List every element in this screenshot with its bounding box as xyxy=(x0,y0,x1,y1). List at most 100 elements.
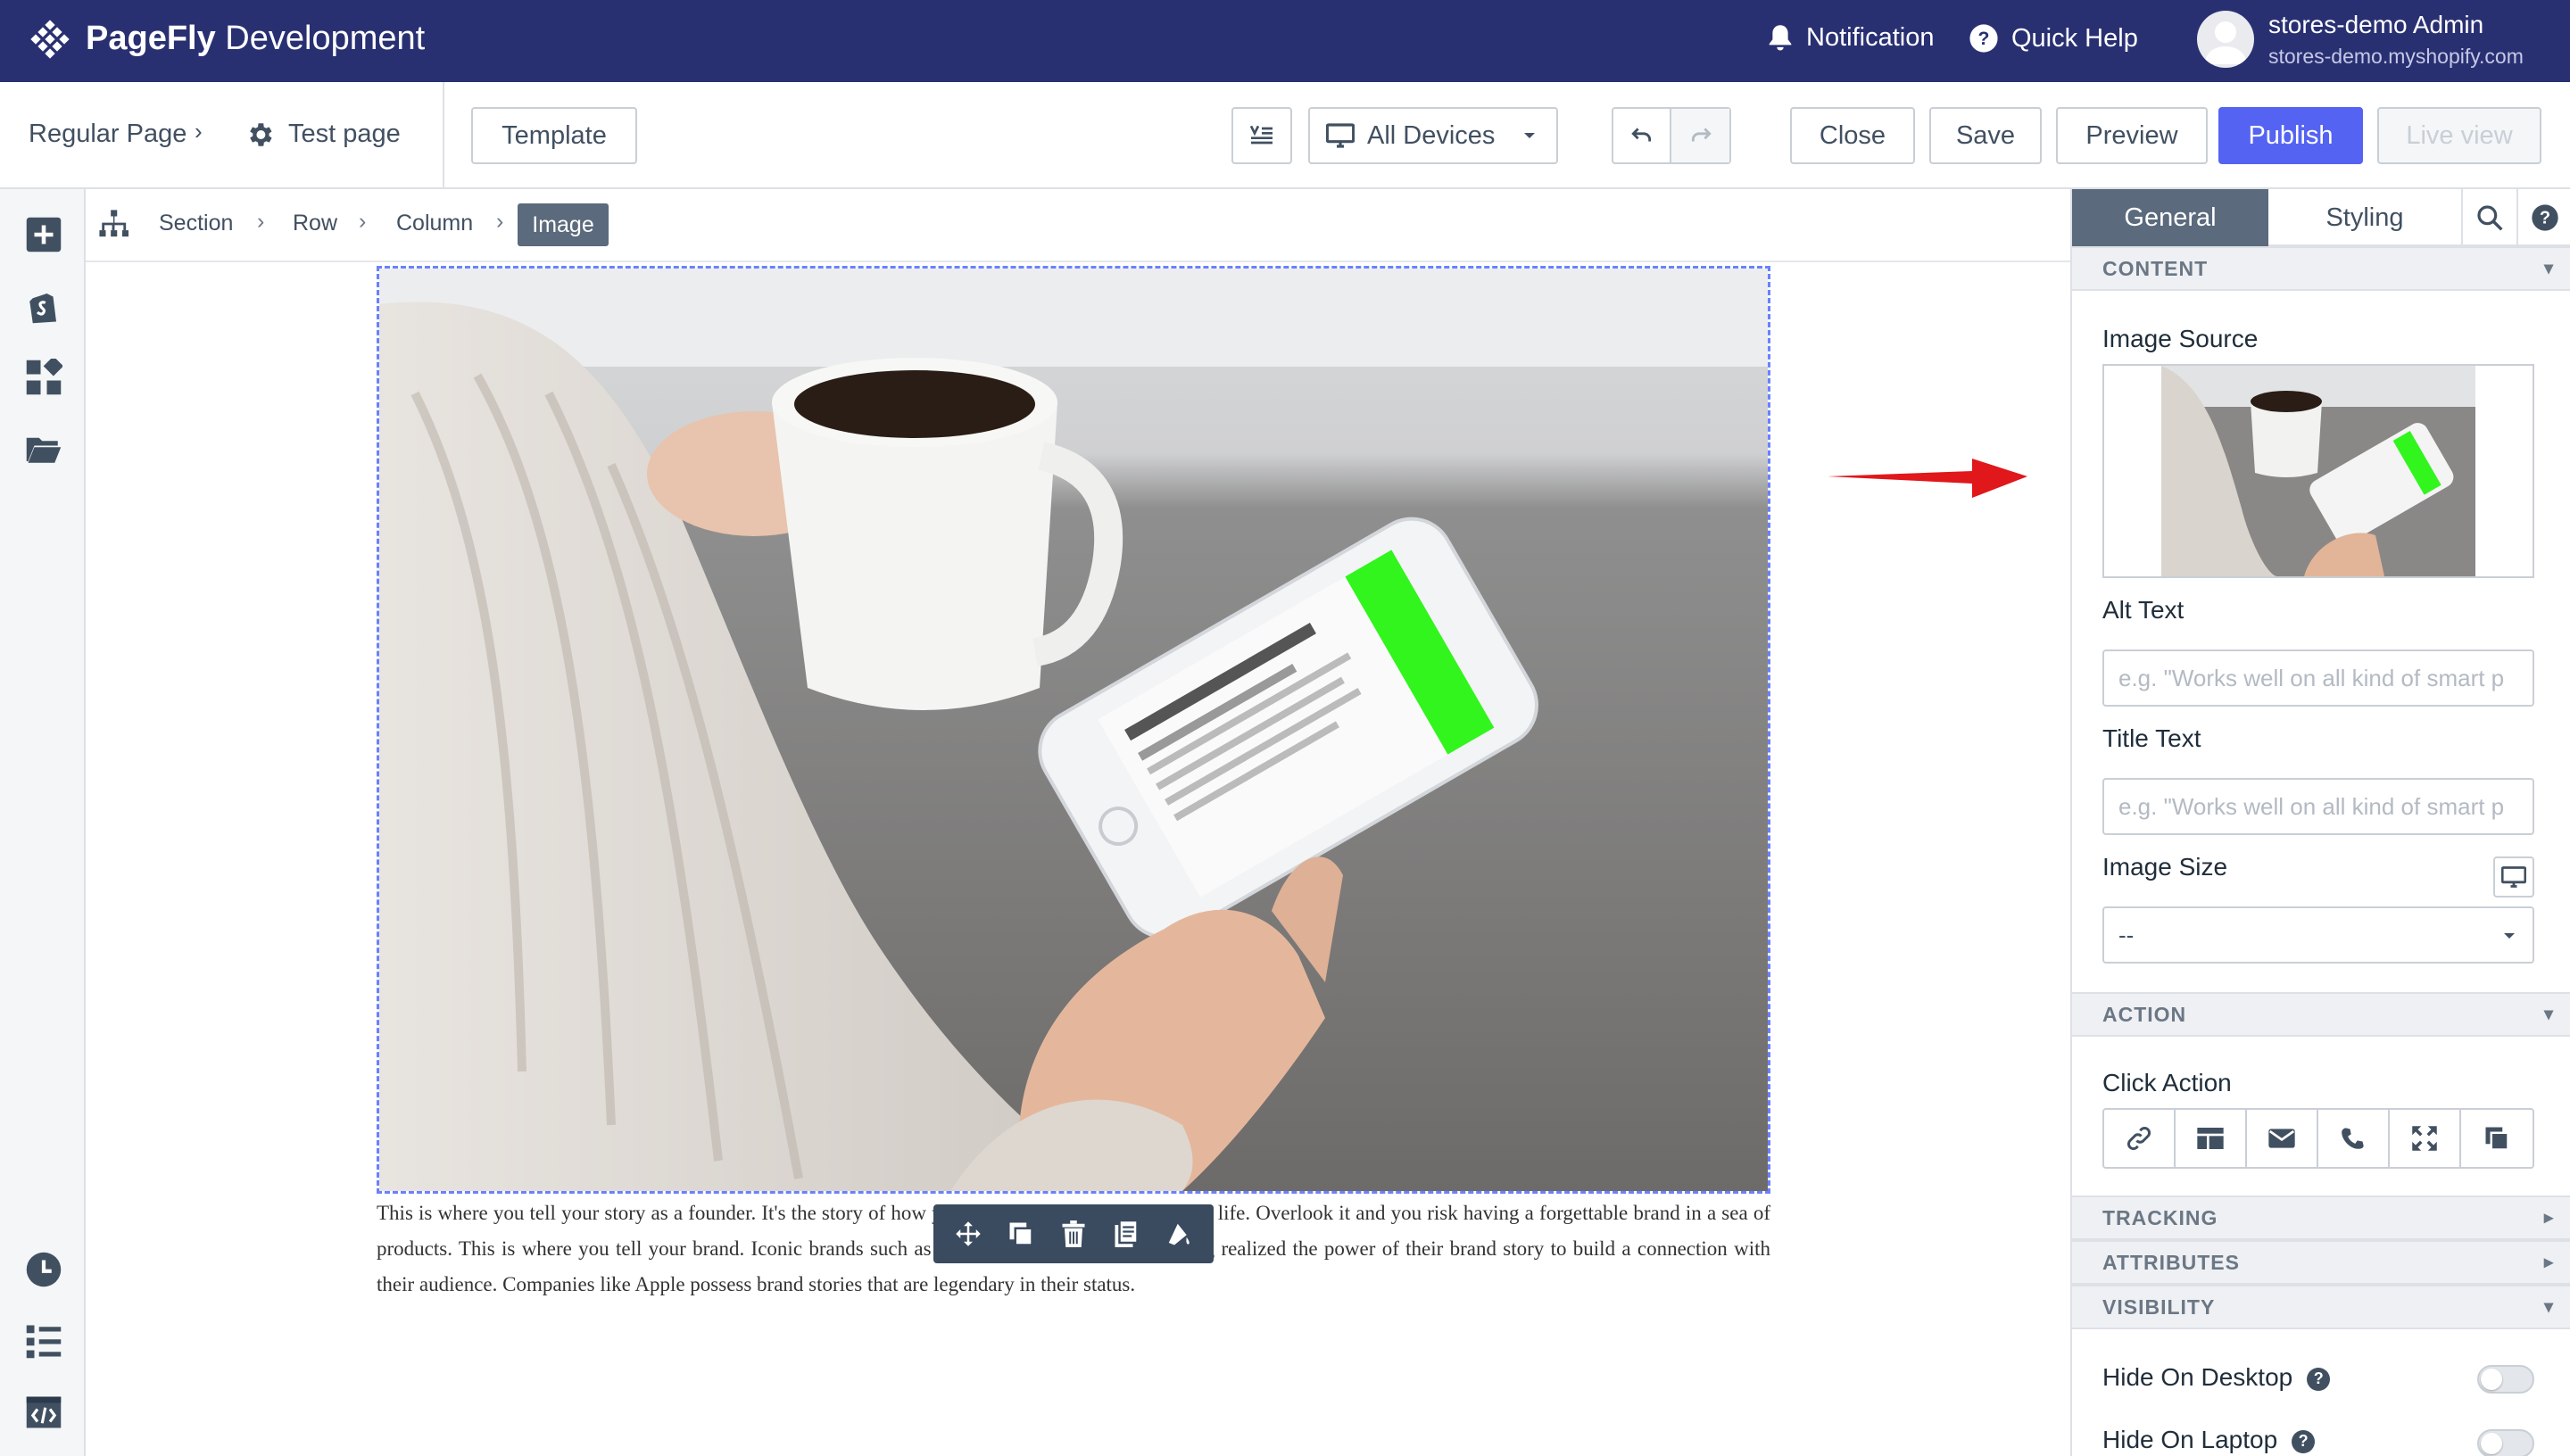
click-action-email[interactable] xyxy=(2247,1110,2318,1167)
notification-button[interactable]: Notification xyxy=(1767,23,1934,53)
search-button[interactable] xyxy=(2461,189,2516,246)
content-section-header[interactable]: CONTENT ▾ xyxy=(2072,246,2570,291)
chevron-right-icon: › xyxy=(195,118,203,145)
action-section-header[interactable]: ACTION ▾ xyxy=(2072,992,2570,1037)
settings-panel: General Styling ? CONTENT ▾ Image Source … xyxy=(2070,189,2570,1456)
device-selector[interactable]: All Devices xyxy=(1308,107,1558,164)
help-circle-icon[interactable]: ? xyxy=(2292,1429,2316,1453)
help-circle-icon: ? xyxy=(2532,204,2558,231)
avatar[interactable] xyxy=(2197,11,2254,68)
list-icon[interactable] xyxy=(25,1322,62,1360)
trash-icon xyxy=(1062,1220,1085,1247)
tab-styling[interactable]: Styling xyxy=(2268,189,2461,246)
help-circle-icon[interactable]: ? xyxy=(2307,1367,2331,1391)
selected-image-element[interactable] xyxy=(377,266,1770,1194)
save-button[interactable]: Save xyxy=(1929,107,2042,164)
shopify-icon[interactable] xyxy=(25,287,62,325)
help-circle-icon: ? xyxy=(1969,24,1998,53)
tracking-section-header[interactable]: TRACKING ▸ xyxy=(2072,1195,2570,1240)
breadcrumb-image[interactable]: Image xyxy=(518,203,609,246)
chevron-right-icon: › xyxy=(257,209,265,234)
add-element-icon[interactable] xyxy=(25,216,62,253)
user-name[interactable]: stores-demo Admin xyxy=(2268,11,2483,39)
image-size-select[interactable]: -- xyxy=(2102,906,2534,964)
hide-desktop-row: Hide On Desktop? xyxy=(2102,1363,2331,1392)
redo-icon xyxy=(1691,128,1712,142)
visibility-section-header[interactable]: VISIBILITY ▾ xyxy=(2072,1285,2570,1329)
styling-button[interactable] xyxy=(1161,1216,1197,1252)
close-button[interactable]: Close xyxy=(1790,107,1915,164)
image-source-thumbnail xyxy=(2161,366,2475,576)
code-editor-icon[interactable] xyxy=(25,1394,62,1431)
sitemap-icon[interactable] xyxy=(98,209,128,239)
page-type-link[interactable]: Regular Page xyxy=(29,120,187,149)
title-text-label: Title Text xyxy=(2102,724,2201,752)
move-arrows-icon xyxy=(956,1221,982,1246)
hide-laptop-toggle[interactable] xyxy=(2477,1429,2534,1456)
element-floating-toolbar xyxy=(933,1204,1214,1263)
history-clock-icon[interactable] xyxy=(25,1251,62,1288)
pagefly-logo-icon xyxy=(30,20,70,59)
left-sidebar xyxy=(0,189,86,1456)
desktop-icon xyxy=(1326,123,1355,148)
click-action-popup[interactable] xyxy=(2461,1110,2533,1167)
chevron-right-icon: › xyxy=(359,209,367,234)
click-action-phone[interactable] xyxy=(2318,1110,2390,1167)
panel-tabs: General Styling ? xyxy=(2072,189,2570,246)
quick-help-label: Quick Help xyxy=(2011,23,2138,53)
hide-desktop-toggle[interactable] xyxy=(2477,1365,2534,1394)
click-action-lightbox[interactable] xyxy=(2390,1110,2461,1167)
folder-open-icon[interactable] xyxy=(25,430,62,467)
redo-button[interactable] xyxy=(1671,109,1729,162)
duplicate-button[interactable] xyxy=(1003,1216,1039,1252)
breadcrumb-row[interactable]: Row xyxy=(293,211,337,236)
caret-down-icon xyxy=(1524,133,1535,138)
breadcrumb-section[interactable]: Section xyxy=(159,211,233,236)
svg-text:?: ? xyxy=(1978,28,1990,49)
hide-desktop-label: Hide On Desktop xyxy=(2102,1363,2293,1391)
move-button[interactable] xyxy=(950,1216,986,1252)
alt-text-input[interactable]: e.g. "Works well on all kind of smart p xyxy=(2102,649,2534,707)
page-name[interactable]: Test page xyxy=(288,120,401,149)
image-source-picker[interactable] xyxy=(2102,364,2534,578)
image-source-label: Image Source xyxy=(2102,325,2259,352)
delete-button[interactable] xyxy=(1056,1216,1091,1252)
tab-general[interactable]: General xyxy=(2072,189,2268,246)
save-as-template-button[interactable] xyxy=(1108,1216,1144,1252)
caret-down-icon: ▾ xyxy=(2543,1005,2554,1024)
caret-right-icon: ▸ xyxy=(2543,1208,2554,1228)
live-view-button[interactable]: Live view xyxy=(2377,107,2541,164)
popup-icon xyxy=(2485,1127,2509,1151)
desktop-icon xyxy=(2501,866,2526,888)
hide-laptop-label: Hide On Laptop xyxy=(2102,1426,2278,1453)
click-action-label: Click Action xyxy=(2102,1069,2232,1096)
image-size-label: Image Size xyxy=(2102,853,2228,881)
responsive-device-toggle[interactable] xyxy=(2493,856,2534,898)
title-text-input[interactable]: e.g. "Works well on all kind of smart p xyxy=(2102,778,2534,835)
undo-button[interactable] xyxy=(1613,109,1672,162)
bell-icon xyxy=(1769,24,1792,51)
image-size-value: -- xyxy=(2118,922,2135,948)
gear-icon[interactable] xyxy=(245,120,275,150)
outline-button[interactable] xyxy=(1231,107,1292,164)
click-action-section[interactable] xyxy=(2176,1110,2247,1167)
apps-icon[interactable] xyxy=(25,359,62,396)
publish-button[interactable]: Publish xyxy=(2218,107,2363,164)
template-button[interactable]: Template xyxy=(471,107,637,164)
quick-help-button[interactable]: ? Quick Help xyxy=(1969,23,2138,54)
text-align-icon xyxy=(1249,125,1273,145)
toolbar-divider xyxy=(443,82,444,189)
click-action-link[interactable] xyxy=(2104,1110,2176,1167)
breadcrumb-column[interactable]: Column xyxy=(396,211,473,236)
attributes-section-header[interactable]: ATTRIBUTES ▸ xyxy=(2072,1240,2570,1285)
device-selector-label: All Devices xyxy=(1367,120,1496,150)
layout-icon xyxy=(2197,1128,2224,1149)
help-button[interactable]: ? xyxy=(2516,189,2570,246)
caret-right-icon: ▸ xyxy=(2543,1253,2554,1272)
caret-down-icon: ▾ xyxy=(2543,259,2554,278)
paint-bucket-icon xyxy=(1168,1223,1190,1245)
alt-text-label: Alt Text xyxy=(2102,596,2184,624)
preview-button[interactable]: Preview xyxy=(2056,107,2208,164)
hide-laptop-row: Hide On Laptop? xyxy=(2102,1426,2316,1454)
copy-document-icon xyxy=(1115,1220,1139,1247)
